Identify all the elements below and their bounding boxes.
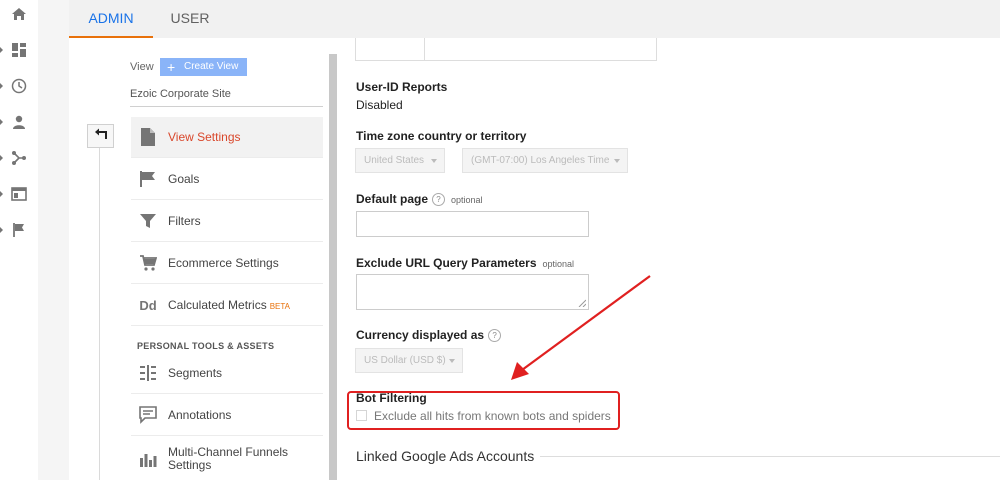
panel-scrollbar[interactable]: [329, 54, 337, 480]
timezone-select-value: (GMT-07:00) Los Angeles Time: [471, 155, 610, 166]
clock-icon[interactable]: [11, 78, 27, 94]
icon-rail: [0, 0, 38, 480]
default-page-input[interactable]: [356, 211, 589, 237]
admin-tab-bar: ADMIN USER: [69, 0, 1000, 38]
flag-icon: [139, 170, 157, 188]
user-id-reports-value: Disabled: [356, 98, 403, 112]
currency-select[interactable]: US Dollar (USD $): [355, 348, 463, 373]
sidebar-item-label: Filters: [168, 214, 201, 228]
back-arrow-icon: [94, 127, 108, 145]
create-view-label: Create View: [184, 61, 239, 72]
dd-metrics-icon: Dd: [139, 297, 157, 313]
sidebar-item-mcf-settings[interactable]: Multi-Channel Funnels Settings: [131, 437, 323, 480]
expand-caret-icon: [0, 227, 3, 233]
expand-caret-icon: [0, 191, 3, 197]
default-page-label: Default page? optional: [356, 192, 483, 206]
sidebar-item-label: Ecommerce Settings: [168, 256, 279, 270]
back-button[interactable]: [87, 124, 114, 148]
sidebar-item-label: Annotations: [168, 408, 232, 422]
bar-chart-icon: [139, 450, 157, 468]
expand-caret-icon: [0, 83, 3, 89]
chevron-down-icon: [449, 359, 455, 363]
sidebar-item-calculated-metrics[interactable]: Dd Calculated Metrics BETA: [131, 285, 323, 326]
exclude-params-label: Exclude URL Query Parameters optional: [356, 256, 575, 270]
section-divider: [540, 456, 1000, 457]
tab-admin[interactable]: ADMIN: [69, 0, 153, 38]
sidebar-item-label: Goals: [168, 172, 200, 186]
help-icon[interactable]: ?: [432, 193, 446, 206]
previous-field-left[interactable]: [355, 38, 425, 61]
rail-divider: [38, 0, 69, 480]
chevron-down-icon: [431, 159, 437, 163]
country-select[interactable]: United States: [355, 148, 445, 173]
dashboards-icon[interactable]: [11, 42, 27, 58]
sidebar-item-label: Segments: [168, 366, 223, 380]
timezone-label: Time zone country or territory: [356, 129, 527, 143]
sidebar-item-segments[interactable]: Segments: [131, 353, 323, 394]
view-selector[interactable]: Ezoic Corporate Site: [130, 88, 231, 100]
view-selector-underline: [130, 106, 323, 107]
document-icon: [139, 128, 157, 146]
sidebar-item-annotations[interactable]: Annotations: [131, 395, 323, 436]
previous-field-right[interactable]: [424, 38, 657, 61]
home-icon[interactable]: [11, 6, 27, 22]
expand-caret-icon: [0, 119, 3, 125]
plus-icon: +: [167, 59, 176, 75]
beta-badge: BETA: [269, 302, 291, 311]
acquisition-icon[interactable]: [11, 150, 27, 166]
chevron-down-icon: [614, 159, 620, 163]
currency-label: Currency displayed as?: [356, 328, 502, 342]
expand-caret-icon: [0, 155, 3, 161]
sidebar-item-view-settings[interactable]: View Settings: [131, 117, 323, 158]
view-label: View: [130, 61, 154, 73]
behavior-icon[interactable]: [11, 186, 27, 202]
user-id-reports-label: User-ID Reports: [356, 80, 448, 94]
sidebar-item-label: Calculated Metrics: [168, 298, 267, 312]
filter-funnel-icon: [139, 212, 157, 230]
column-guide-line: [99, 148, 100, 480]
flag-icon[interactable]: [11, 222, 27, 238]
segments-icon: [139, 364, 157, 382]
linked-ads-heading: Linked Google Ads Accounts: [356, 448, 535, 464]
timezone-select[interactable]: (GMT-07:00) Los Angeles Time: [462, 148, 628, 173]
country-select-value: United States: [364, 155, 425, 166]
expand-caret-icon: [0, 47, 3, 53]
person-icon[interactable]: [11, 114, 27, 130]
sidebar-item-label: Multi-Channel Funnels: [168, 444, 289, 459]
optional-tag: optional: [542, 259, 575, 269]
highlight-box: [347, 391, 620, 430]
section-header: PERSONAL TOOLS & ASSETS: [137, 341, 275, 351]
comment-icon: [139, 406, 157, 424]
tab-user[interactable]: USER: [155, 0, 225, 38]
sidebar-item-filters[interactable]: Filters: [131, 201, 323, 242]
sidebar-item-label-line2: Settings: [168, 457, 212, 472]
create-view-button[interactable]: + Create View: [160, 58, 247, 76]
sidebar-item-label: View Settings: [168, 130, 241, 144]
optional-tag: optional: [451, 195, 483, 205]
sidebar-item-ecommerce-settings[interactable]: Ecommerce Settings: [131, 243, 323, 284]
shopping-cart-icon: [139, 254, 157, 272]
annotation-arrow-icon: [511, 275, 651, 380]
sidebar-item-goals[interactable]: Goals: [131, 159, 323, 200]
currency-select-value: US Dollar (USD $): [364, 355, 446, 366]
